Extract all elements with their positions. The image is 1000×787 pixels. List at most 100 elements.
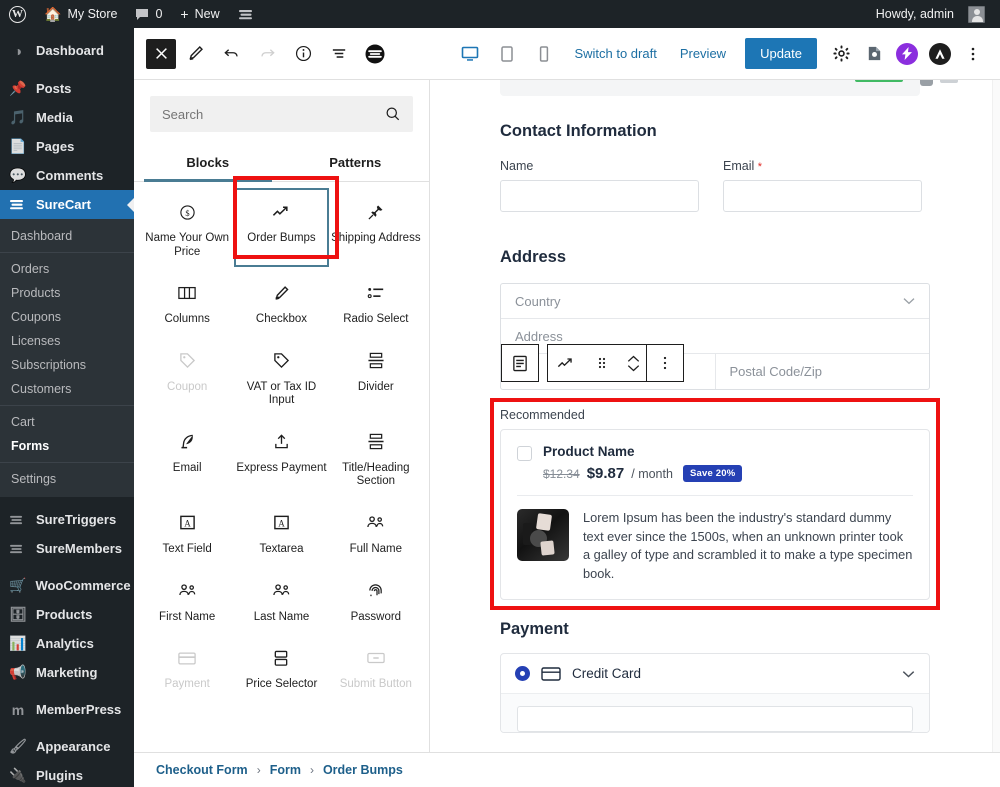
block-item-name-your-own-price[interactable]: $ Name Your Own Price bbox=[140, 188, 234, 267]
tab-patterns[interactable]: Patterns bbox=[282, 146, 430, 181]
block-item-first-name[interactable]: First Name bbox=[140, 567, 234, 633]
sidebar-item-label: Marketing bbox=[36, 665, 98, 680]
block-item-password[interactable]: Password bbox=[329, 567, 423, 633]
submenu-item-products[interactable]: Products bbox=[0, 281, 134, 305]
block-item-shipping-address[interactable]: Shipping Address bbox=[329, 188, 423, 267]
submenu-item-coupons[interactable]: Coupons bbox=[0, 305, 134, 329]
name-input[interactable] bbox=[500, 180, 699, 212]
sidebar-item-products[interactable]: 🗄 Products bbox=[0, 600, 134, 629]
sidebar-item-surecart[interactable]: SureCart bbox=[0, 190, 134, 219]
order-bump-block[interactable]: Recommended Product Name $12.34 $9.87 / … bbox=[490, 398, 940, 611]
block-item-order-bumps[interactable]: Order Bumps bbox=[234, 188, 329, 268]
sidebar-item-memberpress[interactable]: m MemberPress bbox=[0, 695, 134, 724]
comments-button[interactable]: 0 bbox=[126, 0, 171, 28]
block-item-radio-select[interactable]: Radio Select bbox=[329, 269, 423, 335]
list-view-icon[interactable] bbox=[322, 37, 356, 71]
submenu-item-licenses[interactable]: Licenses bbox=[0, 329, 134, 353]
block-item-title-heading-section[interactable]: Title/Heading Section bbox=[329, 418, 423, 497]
sidebar-item-label: SureMembers bbox=[36, 541, 122, 556]
mobile-icon[interactable] bbox=[527, 37, 561, 71]
canvas-scrollbar[interactable] bbox=[992, 80, 1000, 752]
breadcrumb-item-checkout-form[interactable]: Checkout Form bbox=[156, 763, 248, 777]
block-item-price-selector[interactable]: Price Selector bbox=[234, 634, 328, 700]
sidebar-item-pages[interactable]: 📄 Pages bbox=[0, 132, 134, 161]
block-item-full-name[interactable]: Full Name bbox=[329, 499, 423, 565]
order-bump-checkbox[interactable] bbox=[517, 446, 532, 461]
country-select[interactable]: Country bbox=[501, 284, 929, 319]
info-icon[interactable] bbox=[286, 37, 320, 71]
search-input[interactable]: Search bbox=[150, 96, 413, 132]
breadcrumb-item-order-bumps[interactable]: Order Bumps bbox=[323, 763, 403, 777]
more-options-icon[interactable] bbox=[958, 39, 988, 69]
sidebar-item-plugins[interactable]: 🔌 Plugins bbox=[0, 761, 134, 787]
trend-up-icon[interactable] bbox=[548, 345, 584, 381]
tab-blocks[interactable]: Blocks bbox=[134, 146, 282, 182]
submenu-item-cart[interactable]: Cart bbox=[0, 410, 134, 434]
sidebar-item-analytics[interactable]: 📊 Analytics bbox=[0, 629, 134, 658]
sidebar-item-suremembers[interactable]: SureMembers bbox=[0, 534, 134, 563]
product-name: Product Name bbox=[543, 444, 635, 459]
block-item-label: Radio Select bbox=[343, 313, 409, 326]
plugin-icon[interactable] bbox=[859, 39, 889, 69]
payment-method-credit-card[interactable]: Credit Card bbox=[501, 654, 929, 693]
block-item-columns[interactable]: Columns bbox=[140, 269, 234, 335]
email-input[interactable] bbox=[723, 180, 922, 212]
sidebar-item-posts[interactable]: 📌 Posts bbox=[0, 74, 134, 103]
submenu-item-customers[interactable]: Customers bbox=[0, 377, 134, 401]
sidebar-item-suretriggers[interactable]: SureTriggers bbox=[0, 505, 134, 534]
chevron-up-icon[interactable] bbox=[627, 355, 640, 363]
block-item-textarea[interactable]: A Textarea bbox=[234, 499, 328, 565]
site-name-button[interactable]: 🏠 My Store bbox=[35, 0, 126, 28]
postal-code-input[interactable]: Postal Code/Zip bbox=[716, 354, 930, 389]
move-block-controls[interactable] bbox=[620, 345, 646, 381]
submenu-item-subscriptions[interactable]: Subscriptions bbox=[0, 353, 134, 377]
more-options-icon[interactable] bbox=[647, 345, 683, 381]
undo-icon[interactable] bbox=[214, 37, 248, 71]
pencil-icon[interactable] bbox=[178, 37, 212, 71]
preview-button[interactable]: Preview bbox=[670, 40, 736, 67]
sidebar-item-dashboard[interactable]: ◑ Dashboard bbox=[0, 36, 134, 65]
redo-icon[interactable] bbox=[250, 37, 284, 71]
submenu-item-forms[interactable]: Forms bbox=[0, 434, 134, 458]
block-item-email[interactable]: Email bbox=[140, 418, 234, 497]
gear-icon[interactable] bbox=[826, 39, 856, 69]
surerank-icon[interactable] bbox=[892, 39, 922, 69]
parent-block-icon[interactable] bbox=[502, 345, 538, 381]
tablet-icon[interactable] bbox=[490, 37, 524, 71]
switch-to-draft-button[interactable]: Switch to draft bbox=[564, 40, 666, 67]
chevron-down-icon[interactable] bbox=[902, 670, 915, 678]
submenu-item-orders[interactable]: Orders bbox=[0, 257, 134, 281]
update-button[interactable]: Update bbox=[745, 38, 817, 69]
block-item-text-field[interactable]: A Text Field bbox=[140, 499, 234, 565]
parent-block-group bbox=[501, 344, 539, 382]
howdy-account-button[interactable]: Howdy, admin bbox=[867, 0, 994, 28]
submenu-item-settings[interactable]: Settings bbox=[0, 467, 134, 491]
svg-text:A: A bbox=[184, 519, 191, 529]
sidebar-item-marketing[interactable]: 📢 Marketing bbox=[0, 658, 134, 687]
surecart-adminbar-button[interactable] bbox=[229, 0, 263, 28]
block-item-last-name[interactable]: Last Name bbox=[234, 567, 328, 633]
surecart-logo-icon[interactable] bbox=[358, 37, 392, 71]
sidebar-item-appearance[interactable]: 🖌 Appearance bbox=[0, 732, 134, 761]
wordpress-logo-button[interactable]: W bbox=[0, 0, 35, 28]
inserter-search-wrap: Search bbox=[134, 80, 429, 132]
sidebar-item-media[interactable]: 🎵 Media bbox=[0, 103, 134, 132]
sidebar-item-label: Plugins bbox=[36, 768, 83, 783]
drag-handle-icon[interactable] bbox=[584, 345, 620, 381]
radio-selected-icon[interactable] bbox=[515, 666, 530, 682]
submenu-item-dashboard[interactable]: Dashboard bbox=[0, 224, 134, 248]
block-item-checkbox[interactable]: Checkbox bbox=[234, 269, 328, 335]
block-item-divider[interactable]: Divider bbox=[329, 337, 423, 416]
block-item-vat-tax-id-input[interactable]: VAT or Tax ID Input bbox=[234, 337, 328, 416]
card-number-input[interactable] bbox=[517, 706, 913, 733]
block-item-express-payment[interactable]: Express Payment bbox=[234, 418, 328, 497]
astra-icon[interactable] bbox=[925, 39, 955, 69]
close-icon[interactable] bbox=[146, 38, 176, 69]
breadcrumb-item-form[interactable]: Form bbox=[270, 763, 301, 777]
desktop-icon[interactable] bbox=[453, 37, 487, 71]
new-content-button[interactable]: + New bbox=[171, 0, 228, 28]
chevron-down-icon[interactable] bbox=[627, 364, 640, 372]
sidebar-item-comments[interactable]: 💬 Comments bbox=[0, 161, 134, 190]
progress-bar-partial bbox=[855, 80, 903, 82]
sidebar-item-woocommerce[interactable]: 🛒 WooCommerce bbox=[0, 571, 134, 600]
